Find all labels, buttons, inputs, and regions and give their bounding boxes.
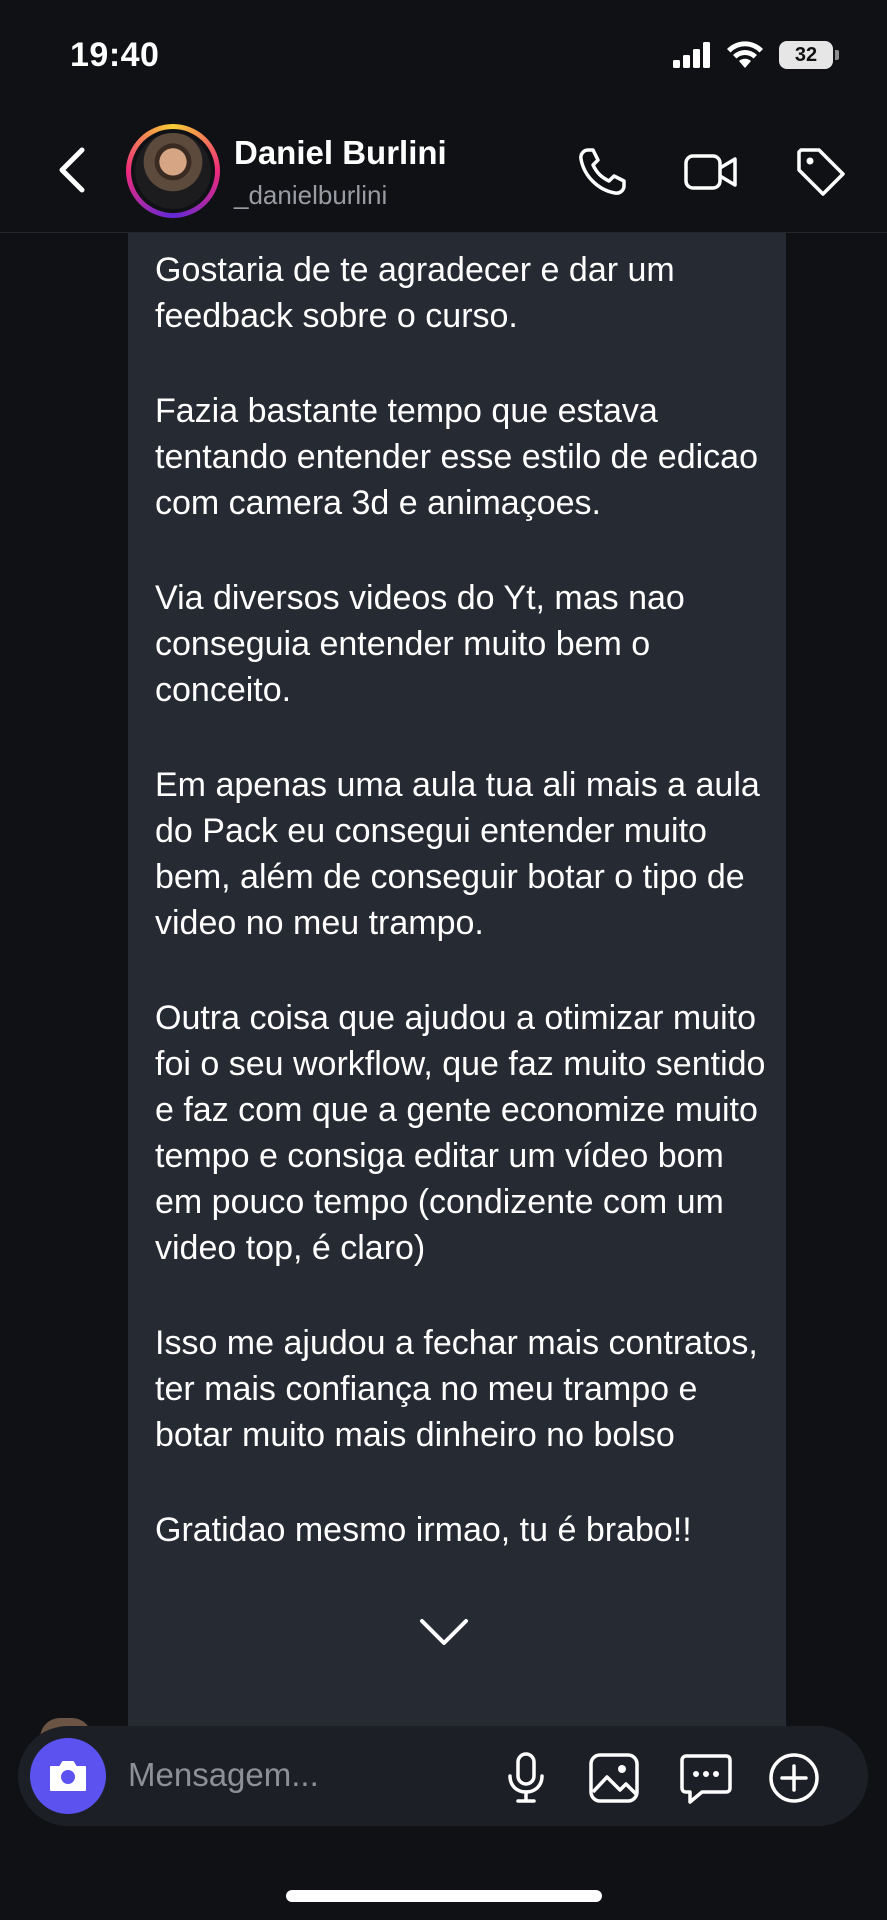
message-paragraph: Isso me ajudou a fechar mais contratos, … <box>155 1324 758 1454</box>
camera-icon <box>50 1761 86 1791</box>
message-paragraph: Gostaria de te agradecer e dar um feedba… <box>155 251 675 335</box>
phone-icon[interactable] <box>574 144 630 200</box>
message-paragraph: Outra coisa que ajudou a otimizar muito … <box>155 999 766 1267</box>
message-text: Gostaria de te agradecer e dar um feedba… <box>155 247 775 1602</box>
chat-header: Daniel Burlini _danielburlini <box>0 110 887 233</box>
message-paragraph: Em apenas uma aula tua ali mais a aula d… <box>155 766 760 942</box>
tag-icon[interactable] <box>793 144 849 200</box>
signal-icon <box>673 42 710 68</box>
avatar[interactable] <box>126 124 220 218</box>
message-input[interactable]: Mensagem... <box>128 1756 319 1794</box>
sticker-icon[interactable] <box>678 1750 734 1806</box>
plus-icon[interactable] <box>766 1750 822 1806</box>
camera-button[interactable] <box>30 1738 106 1814</box>
battery-icon: 32 <box>779 41 839 69</box>
chevron-down-icon[interactable] <box>418 1615 470 1649</box>
message-paragraph: Fazia bastante tempo que estava tentando… <box>155 392 759 522</box>
chat-area[interactable]: Gostaria de te agradecer e dar um feedba… <box>0 233 887 1728</box>
contact-handle[interactable]: _danielburlini <box>234 180 387 211</box>
status-bar: 19:40 32 <box>0 0 887 110</box>
status-icons: 32 <box>673 40 839 70</box>
video-icon[interactable] <box>683 144 739 200</box>
back-icon[interactable] <box>50 144 98 196</box>
message-paragraph: Gratidao mesmo irmao, tu é brabo!! <box>155 1511 692 1549</box>
status-time: 19:40 <box>70 36 160 74</box>
contact-name[interactable]: Daniel Burlini <box>234 134 447 172</box>
microphone-icon[interactable] <box>498 1750 554 1806</box>
home-indicator[interactable] <box>286 1890 602 1902</box>
battery-level: 32 <box>779 41 833 69</box>
message-composer[interactable]: Mensagem... <box>18 1726 868 1826</box>
image-icon[interactable] <box>586 1750 642 1806</box>
message-paragraph: Via diversos videos do Yt, mas nao conse… <box>155 579 685 709</box>
wifi-icon <box>727 41 763 68</box>
